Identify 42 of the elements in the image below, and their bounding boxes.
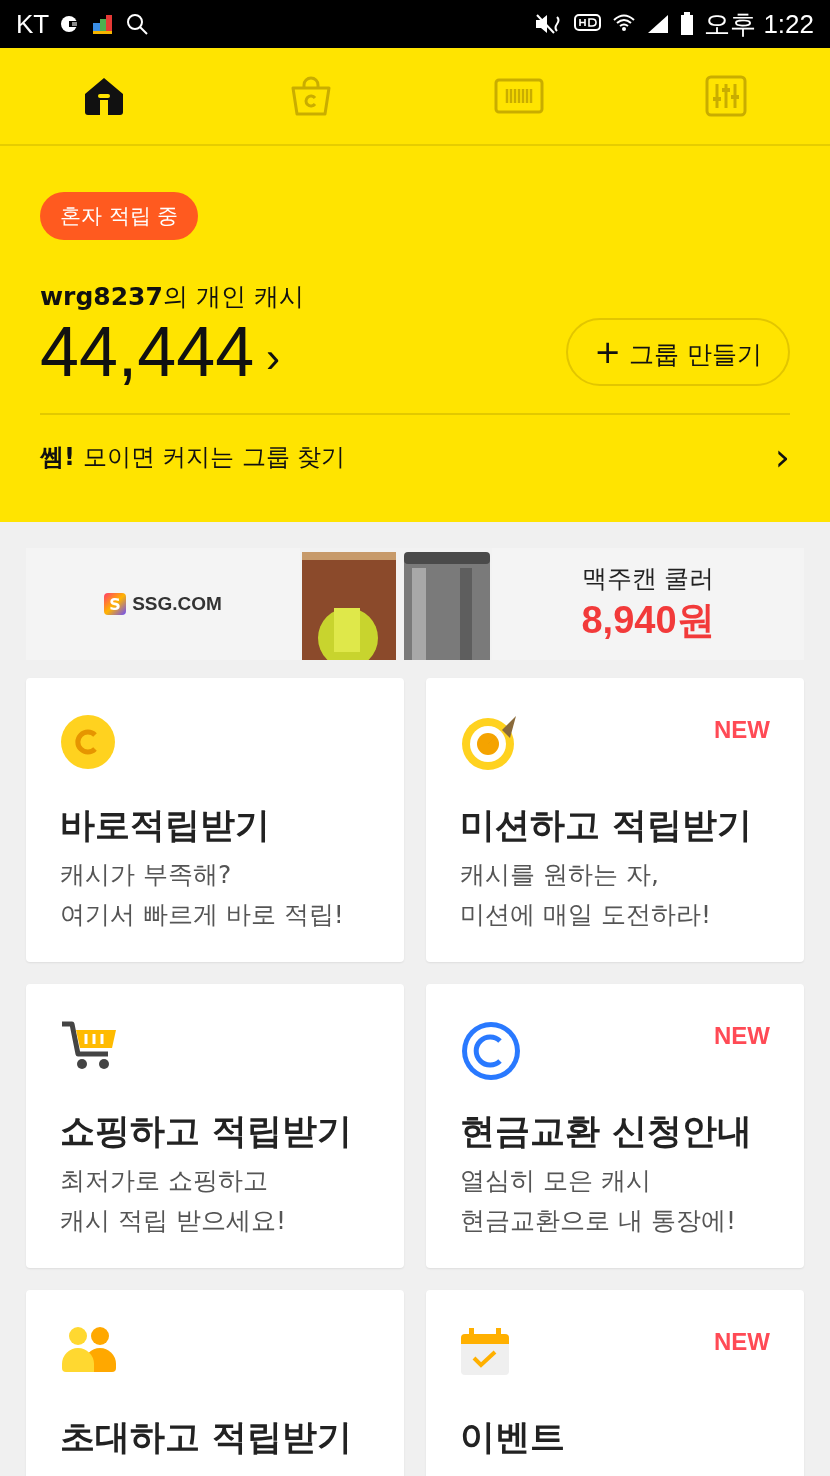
new-label: NEW <box>714 1328 770 1356</box>
coin-icon <box>60 714 116 770</box>
card-title: 이벤트 <box>460 1416 566 1459</box>
copyright-icon <box>460 1020 522 1082</box>
card-title: 초대하고 적립받기 <box>60 1416 354 1459</box>
product-name: 맥주캔 쿨러 <box>581 563 715 595</box>
card-title: 현금교환 신청안내 <box>460 1110 754 1153</box>
product-price: 8,940원 <box>581 598 715 643</box>
logo-icon: S <box>104 593 127 615</box>
calendar-icon <box>460 1326 510 1376</box>
find-group-link[interactable]: 쎔! 모이면 커지는 그룹 찾기 › <box>40 415 790 499</box>
card-description: 열심히 모은 캐시 현금교환으로 내 통장에! <box>460 1165 737 1237</box>
menu-card[interactable]: 바로적립받기 캐시가 부족해? 여기서 빠르게 바로 적립! <box>26 678 404 962</box>
card-description: 최저가로 쇼핑하고 캐시 적립 받으세요! <box>60 1165 287 1237</box>
sliders-icon <box>705 75 748 117</box>
menu-card[interactable]: NEW 미션하고 적립받기 캐시를 원하는 자, 미션에 매일 도전하라! <box>426 678 804 962</box>
ad-banner[interactable]: S SSG.COM 맥주캔 쿨러 8,940원 <box>26 548 804 660</box>
clock: 오후 1:22 <box>704 7 814 41</box>
menu-card[interactable]: 초대하고 적립받기 <box>26 1290 404 1476</box>
menu-card[interactable]: NEW 현금교환 신청안내 열심히 모은 캐시 현금교환으로 내 통장에! <box>426 984 804 1268</box>
create-group-button[interactable]: + 그룹 만들기 <box>566 318 790 386</box>
cash-balance[interactable]: 44,444 › <box>40 317 281 387</box>
people-icon <box>60 1326 118 1374</box>
carrier-name: KT <box>16 8 50 40</box>
signal-icon <box>646 13 671 35</box>
card-description: 캐시를 원하는 자, 미션에 매일 도전하라! <box>460 859 712 931</box>
battery-icon <box>680 12 695 36</box>
new-label: NEW <box>714 716 770 744</box>
card-title: 미션하고 적립받기 <box>460 804 754 847</box>
search-icon <box>125 12 150 36</box>
card-title: 바로적립받기 <box>60 804 271 847</box>
account-owner: wrg8237의 개인 캐시 <box>40 281 305 313</box>
menu-card[interactable]: 쇼핑하고 적립받기 최저가로 쇼핑하고 캐시 적립 받으세요! <box>26 984 404 1268</box>
cart-icon <box>60 1020 118 1072</box>
card-title: 쇼핑하고 적립받기 <box>60 1110 354 1153</box>
menu-card[interactable]: NEW 이벤트 <box>426 1290 804 1476</box>
card-description: 캐시가 부족해? 여기서 빠르게 바로 적립! <box>60 859 345 931</box>
new-label: NEW <box>714 1022 770 1050</box>
status-badge: 혼자 적립 중 <box>40 192 199 240</box>
logo-text: SSG.COM <box>132 593 222 615</box>
target-icon <box>460 714 518 772</box>
barcode-icon <box>493 78 544 114</box>
